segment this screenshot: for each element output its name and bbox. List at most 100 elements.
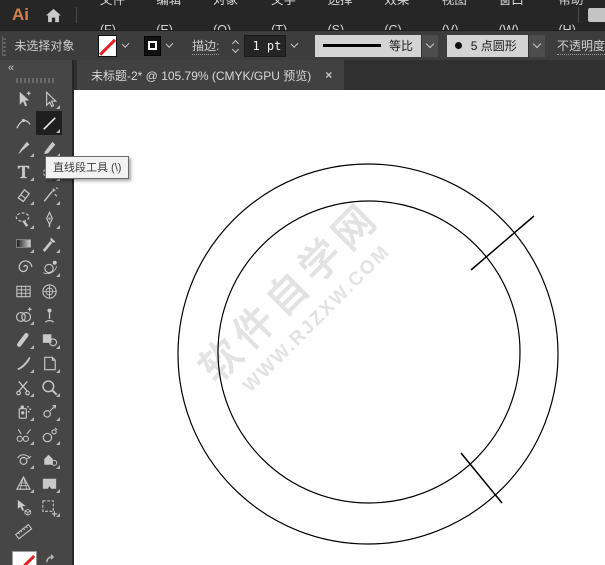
artwork-layer[interactable]	[74, 90, 605, 565]
zoom-icon	[41, 379, 57, 395]
crop-tool[interactable]	[36, 351, 62, 375]
tab-close-icon[interactable]: ×	[325, 68, 332, 82]
symbol-sizer-icon	[42, 427, 57, 442]
curvature-tool[interactable]	[10, 111, 36, 135]
empty-tool-cell	[36, 519, 62, 543]
fill-swatch-none[interactable]	[12, 551, 37, 565]
stroke-dropdown-chevron-icon[interactable]	[165, 40, 174, 48]
type-tool[interactable]	[10, 159, 36, 183]
brush-definition-label: 5 点圆形	[470, 39, 517, 53]
selection-tool[interactable]	[10, 87, 36, 111]
fill-color-swatch[interactable]	[98, 34, 117, 57]
home-icon[interactable]	[45, 8, 62, 23]
symbol-stainer-tool[interactable]	[36, 447, 62, 471]
eraser-icon	[16, 188, 30, 202]
polar-grid-tool[interactable]	[36, 279, 62, 303]
width-profile-label: 等比	[388, 39, 413, 53]
line-segment-path[interactable]	[460, 452, 503, 504]
pen-tool[interactable]	[36, 207, 62, 231]
blob-brush-tool[interactable]	[10, 327, 36, 351]
no-selection-label: 未选择对象	[14, 39, 75, 53]
perspective-selection-icon	[17, 499, 31, 516]
puppet-warp-tool[interactable]	[36, 303, 62, 327]
orbit-tool[interactable]	[36, 255, 62, 279]
brush-definition-chevron[interactable]	[528, 34, 545, 57]
perspective-grid-tool[interactable]	[10, 471, 36, 495]
circle-path[interactable]	[177, 163, 559, 545]
tool-panel: «	[0, 60, 74, 565]
stepper-down-icon[interactable]	[232, 45, 240, 54]
stroke-swatch-inner	[148, 41, 157, 50]
paintbrush-tool[interactable]	[10, 135, 36, 159]
slice-icon	[41, 499, 57, 517]
slice-tool[interactable]	[36, 495, 62, 519]
rectangular-grid-tool[interactable]	[10, 279, 36, 303]
opacity-panel-link[interactable]: 不透明度	[556, 37, 605, 55]
document-tab[interactable]: 未标题-2* @ 105.79% (CMYK/GPU 预览) ×	[77, 60, 345, 90]
fill-stroke-indicator[interactable]	[12, 551, 62, 565]
twirl-tool[interactable]	[10, 255, 36, 279]
scissors-tool[interactable]	[10, 375, 36, 399]
shape-builder-icon	[15, 306, 32, 322]
panel-drag-handle[interactable]	[16, 78, 56, 83]
measure-tool[interactable]	[10, 519, 36, 543]
stroke-weight-input[interactable]: 1 pt	[244, 34, 286, 57]
stroke-weight-stepper[interactable]	[232, 39, 240, 54]
stroke-weight-dropdown-chevron-icon[interactable]	[290, 40, 299, 48]
rectangular-grid-icon	[15, 285, 31, 297]
direct-selection-tool[interactable]	[36, 87, 62, 111]
lasso-tool[interactable]	[10, 207, 36, 231]
shape-builder-tool[interactable]	[10, 303, 36, 327]
controlbar-grip[interactable]	[2, 35, 7, 56]
eraser-tool[interactable]	[10, 183, 36, 207]
line-segment-path[interactable]	[470, 215, 535, 271]
knife-icon	[16, 356, 30, 370]
lasso-icon	[15, 211, 29, 227]
curvature-icon	[15, 118, 31, 129]
crop-icon	[43, 356, 56, 370]
workspace-switcher-icon[interactable]	[588, 8, 605, 22]
symbol-sprayer-tool[interactable]	[10, 399, 36, 423]
perspective-grid-icon	[15, 475, 31, 490]
perspective-selection-tool[interactable]	[10, 495, 36, 519]
symbol-spinner-tool[interactable]	[10, 447, 36, 471]
swap-fill-stroke-icon[interactable]	[45, 553, 58, 565]
circle-path[interactable]	[217, 200, 521, 504]
control-bar: 未选择对象 描边: 1 pt 等比 5 点圆形 不透明度	[0, 30, 605, 60]
blob-brush-icon	[16, 332, 29, 347]
paintbrush-icon	[17, 141, 29, 154]
eyedropper-tool[interactable]	[36, 231, 62, 255]
symbol-scruncher-tool[interactable]	[10, 423, 36, 447]
artboard-icon	[42, 478, 56, 489]
brush-definition-dropdown[interactable]: 5 点圆形	[446, 34, 529, 57]
width-profile-dropdown[interactable]: 等比	[314, 34, 421, 57]
tool-tooltip: 直线段工具 (\)	[45, 156, 130, 179]
width-profile-chevron[interactable]	[420, 34, 438, 57]
symbol-sizer-tool[interactable]	[36, 423, 62, 447]
gradient-tool[interactable]	[10, 231, 36, 255]
illustrator-logo: Ai	[12, 5, 29, 24]
titlebar-right-separator	[578, 7, 579, 23]
polar-grid-icon	[41, 283, 57, 299]
brush-preview-dot	[454, 42, 462, 49]
selection-icon	[19, 90, 31, 106]
symbol-shifter-tool[interactable]	[36, 399, 62, 423]
fill-dropdown-chevron-icon[interactable]	[121, 40, 130, 48]
chevron-down-icon	[425, 39, 435, 49]
type-icon	[17, 165, 29, 178]
line-segment-tool[interactable]	[36, 111, 62, 135]
document-area: 未标题-2* @ 105.79% (CMYK/GPU 预览) × 软件自学网 W…	[74, 60, 605, 565]
shaper-icon	[43, 141, 55, 154]
pen-icon	[45, 210, 53, 227]
knife-tool[interactable]	[10, 351, 36, 375]
canvas[interactable]: 软件自学网 WWW.RJZXW.COM	[74, 90, 605, 565]
free-transform-tool[interactable]	[36, 327, 62, 351]
zoom-tool[interactable]	[36, 375, 62, 399]
stroke-panel-link[interactable]: 描边:	[192, 37, 220, 55]
title-bar: Ai 文件(F)编辑(E)对象(O)文字(T)选择(S)效果(C)视图(V)窗口…	[0, 0, 605, 37]
magic-wand-tool[interactable]	[36, 183, 62, 207]
stroke-color-swatch[interactable]	[144, 35, 161, 56]
artboard-tool[interactable]	[36, 471, 62, 495]
panel-collapse-icon[interactable]: «	[8, 62, 14, 74]
scissors-icon	[15, 380, 30, 395]
